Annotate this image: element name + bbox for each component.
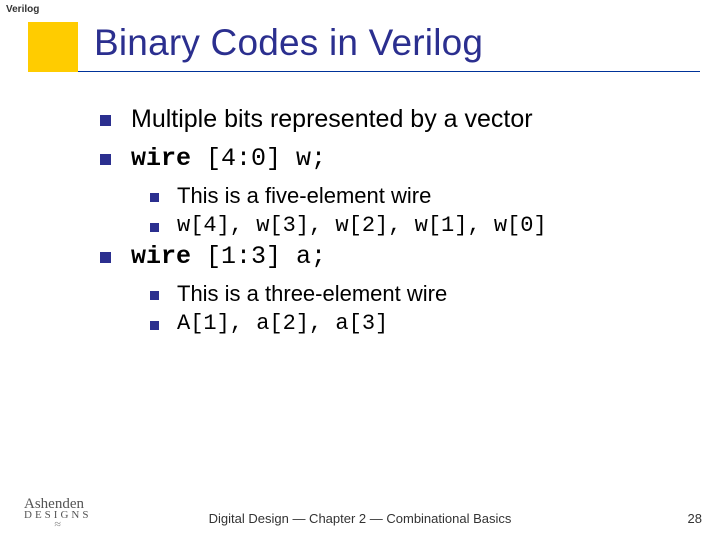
content-area: Multiple bits represented by a vector wi… [100,105,680,340]
square-bullet-icon [150,193,159,202]
keyword: wire [131,144,191,173]
code-rest: [1:3] a; [191,242,326,271]
square-bullet-icon [100,252,111,263]
bullet-text: This is a five-element wire [177,183,431,209]
accent-block [28,22,78,72]
bullet-level2: A[1], a[2], a[3] [150,311,680,336]
square-bullet-icon [100,115,111,126]
bullet-text: wire [1:3] a; [131,242,326,271]
code-rest: [4:0] w; [191,144,326,173]
bullet-level1: Multiple bits represented by a vector [100,105,680,134]
bullet-text: This is a three-element wire [177,281,447,307]
bullet-text: wire [4:0] w; [131,144,326,173]
slide-title: Binary Codes in Verilog [94,22,483,64]
bullet-level2: w[4], w[3], w[2], w[1], w[0] [150,213,680,238]
page-number: 28 [688,511,702,526]
square-bullet-icon [150,321,159,330]
square-bullet-icon [100,154,111,165]
bullet-text: Multiple bits represented by a vector [131,105,533,134]
bullet-level2: This is a five-element wire [150,183,680,209]
bullet-text: A[1], a[2], a[3] [177,311,388,336]
bullet-level1: wire [4:0] w; [100,144,680,173]
keyword: wire [131,242,191,271]
bullet-level2: This is a three-element wire [150,281,680,307]
title-rule [78,71,700,72]
bullet-level1: wire [1:3] a; [100,242,680,271]
footer-text: Digital Design — Chapter 2 — Combination… [0,511,720,526]
bullet-text: w[4], w[3], w[2], w[1], w[0] [177,213,547,238]
square-bullet-icon [150,291,159,300]
header-label: Verilog [6,4,39,15]
square-bullet-icon [150,223,159,232]
